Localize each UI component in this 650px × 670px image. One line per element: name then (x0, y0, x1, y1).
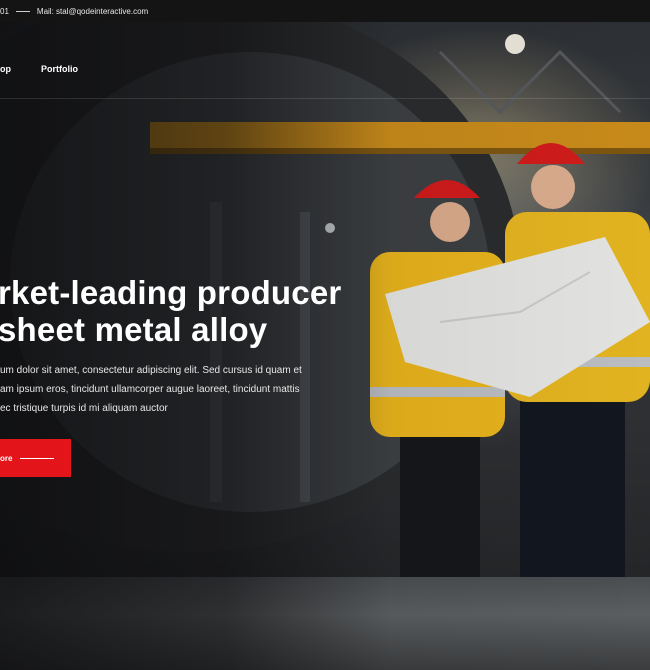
topbar-separator (15, 10, 30, 12)
learn-more-label: ore (0, 453, 13, 463)
phone-number[interactable]: 01 (0, 7, 9, 16)
nav-item-portfolio[interactable]: Portfolio (41, 64, 78, 74)
nav-divider (0, 98, 650, 99)
description-line: ec tristique turpis id mi aliquam auctor (0, 403, 168, 414)
nav-item-shop[interactable]: op (0, 64, 11, 74)
hero-heading: rket-leading producer sheet metal alloy (0, 274, 341, 348)
arrow-line-icon (20, 457, 55, 459)
description-line: um dolor sit amet, consectetur adipiscin… (0, 365, 302, 376)
description-line: am ipsum eros, tincidunt ullamcorper aug… (0, 384, 300, 395)
email-link[interactable]: Mail: stal@qodeinteractive.com (37, 7, 148, 16)
hero-heading-line: sheet metal alloy (0, 311, 268, 348)
hero-section: op Portfolio rket-leading producer sheet… (0, 22, 650, 670)
hero-heading-line: rket-leading producer (0, 274, 342, 311)
hero-description: um dolor sit amet, consectetur adipiscin… (0, 361, 360, 418)
learn-more-button[interactable]: ore (0, 439, 71, 477)
top-info-bar: 01 Mail: stal@qodeinteractive.com (0, 0, 650, 22)
